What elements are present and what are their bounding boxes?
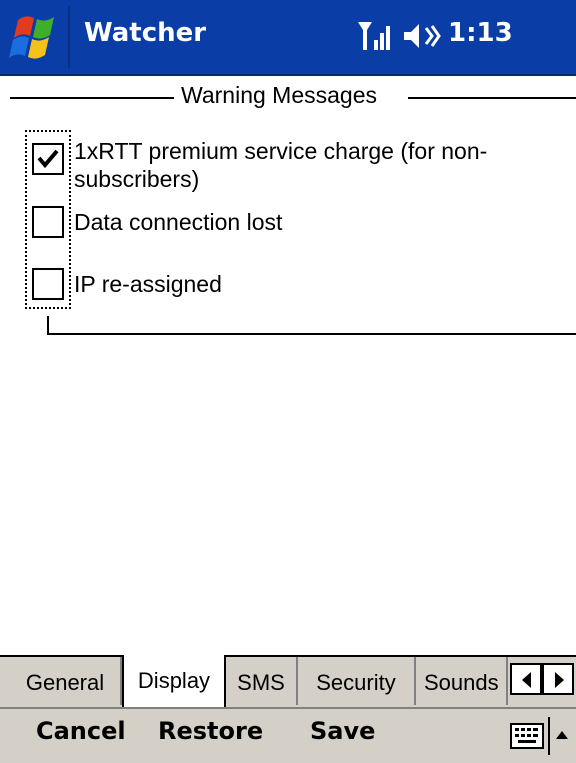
speaker-volume-icon[interactable] <box>402 18 442 54</box>
checkbox-label-ip-reassigned[interactable]: IP re-assigned <box>74 270 222 298</box>
arrow-right-icon <box>555 672 564 688</box>
checkbox-label-data-connection-lost[interactable]: Data connection lost <box>74 208 282 236</box>
command-bar: Cancel Restore Save <box>0 707 576 763</box>
group-border-left <box>10 97 174 99</box>
arrow-left-icon <box>522 672 531 688</box>
arrow-up-icon[interactable] <box>554 727 570 743</box>
label-line-2: subscribers) <box>74 166 200 192</box>
app-title: Watcher <box>84 18 207 48</box>
cancel-button[interactable]: Cancel <box>36 717 126 745</box>
checkbox-premium-charge[interactable] <box>32 143 64 175</box>
windows-flag-icon <box>9 16 54 59</box>
tab-sounds[interactable]: Sounds <box>416 657 508 705</box>
tab-display[interactable]: Display <box>122 655 226 709</box>
tab-strip: General Display SMS Security Sounds <box>0 655 576 709</box>
group-border-right <box>408 97 576 99</box>
label-line-1: 1xRTT premium service charge (for non- <box>74 138 488 164</box>
save-button[interactable]: Save <box>310 717 375 745</box>
title-bar: Watcher 1:13 <box>0 0 576 76</box>
checkbox-ip-reassigned[interactable] <box>32 268 64 300</box>
tab-security[interactable]: Security <box>298 657 416 705</box>
restore-button[interactable]: Restore <box>158 717 263 745</box>
checkbox-label-premium-charge[interactable]: 1xRTT premium service charge (for non- s… <box>74 137 487 193</box>
clock[interactable]: 1:13 <box>448 18 513 48</box>
group-title: Warning Messages <box>181 82 378 108</box>
signal-strength-icon[interactable] <box>356 18 396 54</box>
checkbox-data-connection-lost[interactable] <box>32 206 64 238</box>
tab-scroll-right-button[interactable] <box>542 663 574 695</box>
sip-separator <box>548 717 550 755</box>
group-border-bottom <box>47 333 576 335</box>
start-button[interactable] <box>6 6 70 68</box>
tab-scroll-left-button[interactable] <box>510 663 542 695</box>
tab-general[interactable]: General <box>10 657 122 705</box>
checkmark-icon <box>37 149 59 169</box>
tab-sms[interactable]: SMS <box>226 657 298 705</box>
keyboard-icon[interactable] <box>510 723 544 749</box>
